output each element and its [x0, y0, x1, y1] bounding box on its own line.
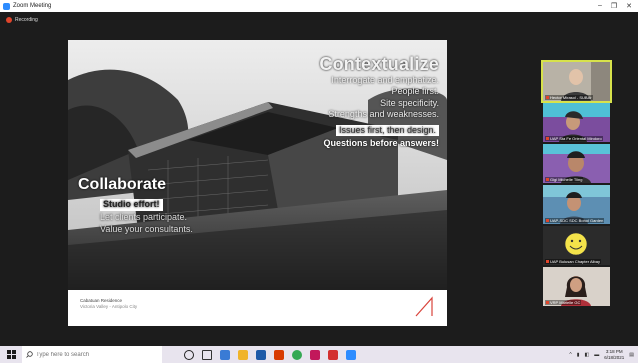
slide-caption: Cabatuan Residence Victoria Valley - Ant… [80, 298, 137, 310]
collaborate-line: Let clients participate. [100, 212, 188, 222]
participant-tile[interactable]: Gigi Michelle Tiing [543, 144, 610, 183]
clock-time: 3:18 PM [605, 349, 623, 354]
close-button[interactable]: ✕ [626, 2, 632, 10]
battery-icon[interactable]: ▬ [594, 352, 599, 358]
collaborate-line: Value your consultants. [100, 223, 193, 234]
participant-name: Hector Mirasol - SUBAr [545, 95, 593, 100]
clock-date: 6/18/2021 [604, 354, 625, 360]
participant-tile[interactable]: UAP-SDC SDC Bohol Garden [543, 185, 610, 224]
store-icon[interactable] [256, 349, 266, 360]
participant-name: UAP Sta Fe Oriental Mindoro [545, 136, 603, 141]
cortana-icon[interactable] [184, 349, 194, 360]
window-controls: – ❐ ✕ [598, 2, 632, 10]
taskbar-search[interactable] [22, 346, 162, 363]
maximize-button[interactable]: ❐ [611, 2, 617, 10]
window-title: Zoom Meeting [13, 3, 52, 9]
taskbar-apps [184, 349, 356, 360]
file-explorer-icon[interactable] [238, 349, 248, 360]
windows-taskbar: ^ ▮ ◧ ▬ 3:18 PM 6/18/2021 ▤ [0, 346, 638, 363]
contextualize-line: Strengths and weaknesses. [328, 108, 439, 119]
firm-logo-icon [415, 296, 433, 317]
recording-indicator[interactable]: Recording [6, 17, 38, 23]
office-icon[interactable] [274, 349, 284, 360]
pdf-reader-icon[interactable] [328, 349, 338, 360]
taskbar-clock[interactable]: 3:18 PM 6/18/2021 [604, 349, 624, 360]
windows-logo-icon [6, 350, 16, 359]
contextualize-line: Site specificity. [380, 97, 439, 108]
contextualize-highlight: Issues first, then design. [335, 125, 439, 137]
task-view-icon[interactable] [202, 349, 212, 360]
system-tray: ^ ▮ ◧ ▬ 3:18 PM 6/18/2021 ▤ [569, 349, 634, 360]
title-bar: Zoom Meeting – ❐ ✕ [0, 0, 638, 12]
contextualize-line: Interrogate and emphatize. [331, 75, 439, 85]
record-dot-icon [6, 17, 12, 23]
participant-tile[interactable]: Hector Mirasol - SUBAr [541, 60, 612, 103]
participant-tile[interactable]: UAP Sta Fe Oriental Mindoro [543, 103, 610, 142]
recording-label: Recording [15, 17, 38, 23]
collaborate-highlight: Studio effort! [100, 199, 163, 211]
media-app-icon[interactable] [310, 349, 320, 360]
network-icon[interactable]: ▮ [577, 352, 580, 358]
contextualize-bold-line: Questions before answers! [323, 138, 439, 149]
participant-name: VRP Marielle GC [545, 300, 582, 305]
shared-screen-slide: Contextualize Interrogate and emphatize.… [68, 40, 447, 326]
caption-subtitle: Victoria Valley - Antipolo City [80, 304, 138, 309]
participant-name: Gigi Michelle Tiing [545, 177, 584, 182]
notifications-icon[interactable]: ▤ [629, 352, 634, 358]
collaborate-heading: Collaborate [78, 176, 167, 193]
zoom-app-icon [3, 2, 10, 10]
tray-overflow-icon[interactable]: ^ [569, 352, 571, 358]
search-icon [26, 351, 33, 358]
start-button[interactable] [0, 346, 22, 363]
search-input[interactable] [36, 351, 156, 358]
participant-tile[interactable]: UAP Bulusan Chapter Albay [543, 226, 610, 265]
contextualize-heading: Contextualize [319, 54, 439, 74]
contextualize-block: Contextualize Interrogate and emphatize.… [319, 54, 439, 149]
participant-gallery: Hector Mirasol - SUBAr UAP Sta Fe Orient… [541, 60, 612, 308]
zoom-taskbar-icon[interactable] [346, 349, 356, 360]
chrome-icon[interactable] [292, 349, 302, 360]
participant-name: UAP-SDC SDC Bohol Garden [545, 218, 605, 223]
volume-icon[interactable]: ◧ [585, 352, 590, 358]
minimize-button[interactable]: – [598, 2, 602, 10]
participant-name: UAP Bulusan Chapter Albay [545, 259, 601, 264]
contextualize-line: People first. [391, 86, 439, 97]
collaborate-block: Collaborate Studio effort! Let clients p… [78, 176, 193, 235]
people-icon[interactable] [220, 349, 230, 360]
participant-tile[interactable]: VRP Marielle GC [543, 267, 610, 306]
